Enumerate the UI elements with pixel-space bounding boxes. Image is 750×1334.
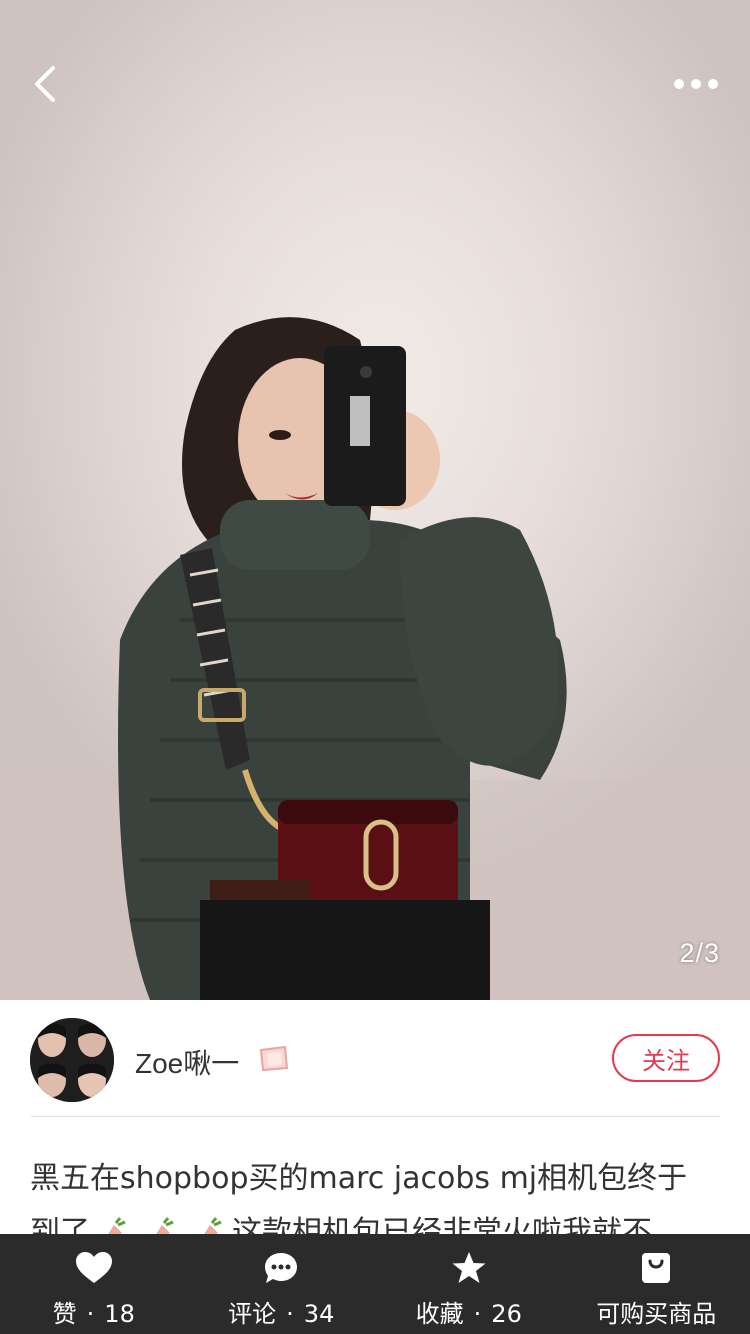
like-button[interactable]: 赞 · 18: [0, 1234, 188, 1334]
post-photo[interactable]: 2/3: [0, 0, 750, 1000]
comment-button[interactable]: 评论 · 34: [188, 1234, 376, 1334]
comment-label: 评论: [228, 1300, 277, 1328]
more-dots-icon: [674, 79, 718, 89]
level-badge-icon: [259, 1045, 289, 1072]
comment-icon: [265, 1253, 298, 1283]
description-line-1: 黑五在shopbop买的marc jacobs mj相机包终于: [30, 1161, 688, 1196]
avatar[interactable]: [30, 1018, 114, 1102]
follow-button[interactable]: 关注: [612, 1034, 720, 1082]
back-button[interactable]: [20, 60, 68, 108]
bottom-action-bar: 赞 · 18 评论 · 34 收藏 · 26 可购买商品: [0, 1234, 750, 1334]
author-name[interactable]: Zoe啾一: [135, 1042, 239, 1082]
collect-count: 26: [491, 1300, 522, 1328]
star-icon: [452, 1252, 486, 1283]
author-row: Zoe啾一 关注: [30, 1000, 720, 1117]
shop-products-label: 可购买商品: [596, 1300, 717, 1328]
page-indicator: 2/3: [679, 938, 720, 968]
photo-image: [0, 317, 750, 1000]
collect-label: 收藏: [415, 1300, 464, 1328]
comment-count: 34: [303, 1300, 335, 1328]
heart-icon: [75, 1252, 112, 1283]
like-label: 赞: [52, 1300, 77, 1328]
avatar-image: [30, 1018, 114, 1102]
shop-products-button[interactable]: 可购买商品: [563, 1234, 750, 1334]
like-count: 18: [104, 1300, 135, 1328]
more-options-button[interactable]: [666, 60, 726, 108]
chevron-left-icon: [35, 66, 55, 102]
collect-button[interactable]: 收藏 · 26: [375, 1234, 563, 1334]
shopping-bag-icon: [642, 1253, 671, 1283]
